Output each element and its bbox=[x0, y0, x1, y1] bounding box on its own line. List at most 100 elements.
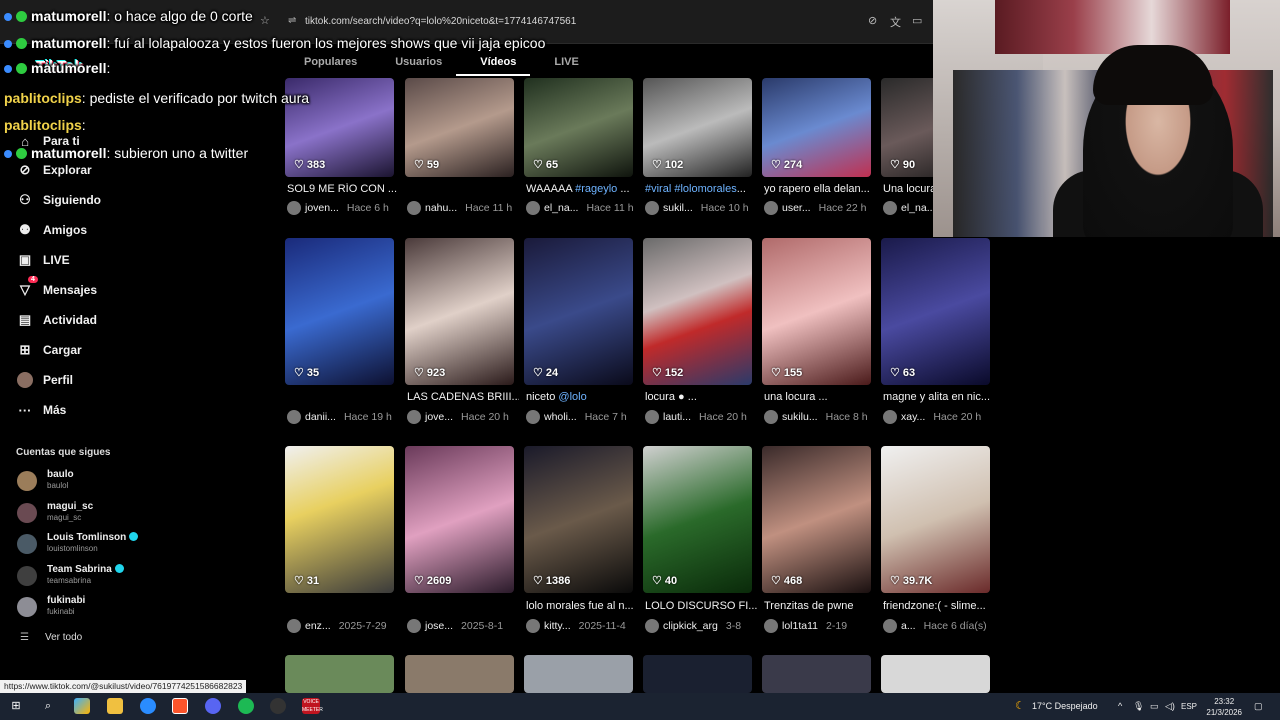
video-thumbnail[interactable] bbox=[405, 655, 514, 693]
video-author[interactable]: jove... bbox=[425, 411, 453, 423]
translate-icon[interactable]: 文 bbox=[890, 14, 901, 30]
address-bar[interactable]: tiktok.com/search/video?q=lolo%20niceto&… bbox=[305, 16, 576, 27]
tab-videos[interactable]: Vídeos bbox=[456, 50, 531, 76]
tracking-off-icon[interactable]: ⊘ bbox=[868, 14, 877, 27]
tab-usuarios[interactable]: Usuarios bbox=[371, 50, 456, 76]
video-author[interactable]: nahu... bbox=[425, 202, 457, 214]
video-thumbnail[interactable]: ♡ 31 bbox=[285, 446, 394, 593]
video-thumbnail[interactable]: ♡ 59 bbox=[405, 78, 514, 177]
video-author[interactable]: el_na... bbox=[901, 202, 935, 214]
avatar[interactable] bbox=[645, 201, 659, 215]
weather-icon[interactable]: ☾ bbox=[1012, 698, 1028, 714]
video-author[interactable]: xay... bbox=[901, 411, 925, 423]
sidebar-item-siguiendo[interactable]: ⚇ Siguiendo bbox=[16, 191, 101, 209]
volume-icon[interactable]: ◁) bbox=[1165, 701, 1175, 712]
video-author[interactable]: user... bbox=[782, 202, 811, 214]
video-thumbnail[interactable]: ♡ 468 bbox=[762, 446, 871, 593]
avatar[interactable] bbox=[407, 410, 421, 424]
avatar[interactable] bbox=[526, 410, 540, 424]
bookmark-icon[interactable]: ☆ bbox=[260, 14, 270, 27]
video-title[interactable]: magne y alita en nic... bbox=[883, 391, 995, 403]
sidebar-item-amigos[interactable]: ⚉ Amigos bbox=[16, 221, 87, 239]
mic-icon[interactable]: 🎙 bbox=[1133, 701, 1144, 712]
tray-chevron-icon[interactable]: ^ bbox=[1118, 701, 1122, 711]
video-title[interactable]: LAS CADENAS BRIII... bbox=[407, 391, 519, 403]
video-thumbnail[interactable]: ♡ 1386 bbox=[524, 446, 633, 593]
video-thumbnail[interactable] bbox=[881, 655, 990, 693]
video-title[interactable]: LOLO DISCURSO FI... bbox=[645, 600, 757, 612]
video-author[interactable]: a... bbox=[901, 620, 916, 632]
video-title[interactable]: friendzone:( - slime... bbox=[883, 600, 995, 612]
tab-populares[interactable]: Populares bbox=[280, 50, 371, 76]
video-author[interactable]: el_na... bbox=[544, 202, 578, 214]
video-thumbnail[interactable]: ♡ 923 bbox=[405, 238, 514, 385]
video-author[interactable]: danii... bbox=[305, 411, 336, 423]
avatar[interactable] bbox=[526, 619, 540, 633]
sidebar-item-mensajes[interactable]: ▽ 4 Mensajes bbox=[16, 276, 97, 299]
video-thumbnail[interactable]: ♡ 2609 bbox=[405, 446, 514, 593]
video-thumbnail[interactable]: ♡ 102 bbox=[643, 78, 752, 177]
obs-icon[interactable] bbox=[270, 698, 286, 714]
video-author[interactable]: jose... bbox=[425, 620, 453, 632]
language-indicator[interactable]: ESP bbox=[1181, 702, 1197, 711]
site-settings-icon[interactable]: ⇌ bbox=[288, 15, 298, 26]
avatar[interactable] bbox=[883, 201, 897, 215]
video-title[interactable]: WAAAAA #rageylo ... bbox=[526, 183, 638, 195]
see-all-following[interactable]: ☰ Ver todo bbox=[20, 632, 82, 643]
voicemeeter-icon[interactable]: VOICE MEETER bbox=[302, 698, 323, 714]
discord-icon[interactable] bbox=[205, 698, 221, 714]
avatar[interactable] bbox=[764, 619, 778, 633]
edge-icon[interactable] bbox=[140, 698, 156, 714]
video-thumbnail[interactable] bbox=[524, 655, 633, 693]
video-author[interactable]: lol1ta11 bbox=[782, 620, 818, 632]
notifications-icon[interactable]: ▢ bbox=[1254, 701, 1263, 712]
windows-start-icon[interactable]: ⊞ bbox=[8, 698, 24, 714]
avatar[interactable] bbox=[645, 410, 659, 424]
video-thumbnail[interactable] bbox=[643, 655, 752, 693]
video-thumbnail[interactable]: ♡ 152 bbox=[643, 238, 752, 385]
weather-text[interactable]: 17°C Despejado bbox=[1032, 701, 1098, 711]
sidebar-item-mas[interactable]: ··· Más bbox=[16, 401, 67, 419]
video-title[interactable]: niceto @lolo bbox=[526, 391, 638, 403]
video-author[interactable]: lauti... bbox=[663, 411, 691, 423]
video-thumbnail[interactable]: ♡ 274 bbox=[762, 78, 871, 177]
network-icon[interactable]: ▭ bbox=[1150, 701, 1159, 712]
search-icon[interactable]: ⌕ bbox=[40, 698, 56, 714]
widgets-icon[interactable] bbox=[74, 698, 90, 714]
sidebar-item-actividad[interactable]: ▤ Actividad bbox=[16, 311, 97, 329]
avatar[interactable] bbox=[764, 410, 778, 424]
avatar[interactable] bbox=[287, 619, 301, 633]
video-title[interactable]: #viral #lolomorales... bbox=[645, 183, 757, 195]
avatar[interactable] bbox=[645, 619, 659, 633]
video-title[interactable]: yo rapero ella delan... bbox=[764, 183, 876, 195]
sidebar-item-perfil[interactable]: Perfil bbox=[16, 371, 73, 389]
video-author[interactable]: sukilu... bbox=[782, 411, 818, 423]
avatar[interactable] bbox=[287, 410, 301, 424]
tab-live[interactable]: LIVE bbox=[530, 50, 592, 76]
video-thumbnail[interactable]: ♡ 65 bbox=[524, 78, 633, 177]
video-title[interactable]: lolo morales fue al n... bbox=[526, 600, 638, 612]
avatar[interactable] bbox=[526, 201, 540, 215]
clock[interactable]: 23:32 21/3/2026 bbox=[1206, 696, 1242, 718]
video-title[interactable]: SOL9 ME RÍO CON ... bbox=[287, 183, 399, 195]
avatar[interactable] bbox=[883, 619, 897, 633]
video-title[interactable]: Trenzitas de pwne bbox=[764, 600, 876, 612]
video-author[interactable]: wholi... bbox=[544, 411, 577, 423]
video-title[interactable]: una locura ... bbox=[764, 391, 876, 403]
video-title[interactable]: locura ● ... bbox=[645, 391, 757, 403]
video-thumbnail[interactable]: ♡ 35 bbox=[285, 238, 394, 385]
video-author[interactable]: sukil... bbox=[663, 202, 693, 214]
video-author[interactable]: kitty... bbox=[544, 620, 571, 632]
brave-browser-icon[interactable] bbox=[172, 698, 188, 714]
video-author[interactable]: enz... bbox=[305, 620, 331, 632]
file-explorer-icon[interactable] bbox=[107, 698, 123, 714]
avatar[interactable] bbox=[883, 410, 897, 424]
video-thumbnail[interactable]: ♡ 155 bbox=[762, 238, 871, 385]
avatar[interactable] bbox=[407, 619, 421, 633]
video-thumbnail[interactable]: ♡ 24 bbox=[524, 238, 633, 385]
video-thumbnail[interactable] bbox=[285, 655, 394, 693]
avatar[interactable] bbox=[764, 201, 778, 215]
spotify-icon[interactable] bbox=[238, 698, 254, 714]
avatar[interactable] bbox=[287, 201, 301, 215]
sidebar-item-live[interactable]: ▣ LIVE bbox=[16, 251, 70, 269]
